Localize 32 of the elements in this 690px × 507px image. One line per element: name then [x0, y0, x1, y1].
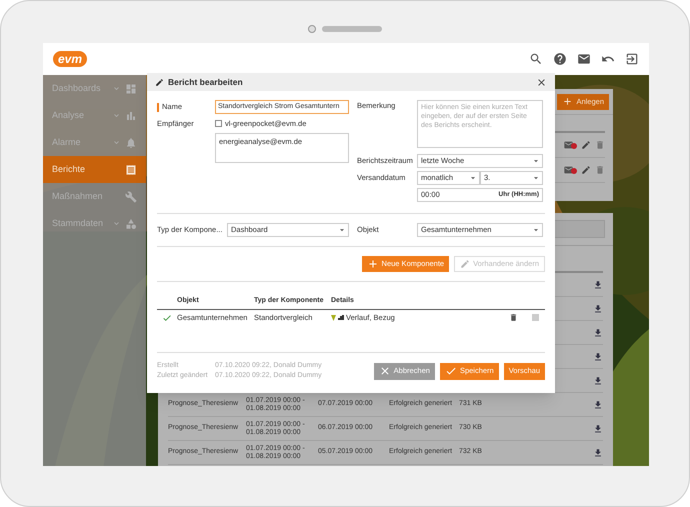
pencil-icon[interactable] — [581, 140, 591, 150]
bar-chart-icon — [338, 315, 344, 320]
download-icon[interactable] — [593, 304, 603, 314]
logo: evm — [53, 51, 88, 67]
pencil-icon — [155, 78, 164, 86]
camera-icon — [308, 25, 316, 33]
plus-icon — [366, 258, 379, 270]
close-icon — [378, 365, 391, 377]
mail-remove-icon[interactable] — [563, 165, 577, 175]
trash-icon[interactable] — [509, 313, 518, 322]
close-icon[interactable] — [536, 76, 547, 88]
check-icon — [444, 365, 457, 377]
search-icon[interactable] — [529, 52, 543, 66]
dialog-title: Bericht bearbeiten — [168, 76, 244, 88]
pencil-icon[interactable] — [581, 165, 591, 175]
download-icon[interactable] — [593, 376, 603, 386]
download-icon[interactable] — [593, 328, 603, 338]
logout-icon[interactable] — [625, 52, 639, 66]
sidebar-item[interactable]: Berichte — [43, 156, 146, 183]
download-icon[interactable] — [593, 448, 603, 458]
speaker-grille — [322, 26, 382, 32]
pencil-icon — [460, 259, 470, 269]
help-icon[interactable] — [553, 52, 567, 66]
drag-handle-icon[interactable] — [532, 314, 539, 321]
download-icon[interactable] — [593, 352, 603, 362]
download-icon[interactable] — [593, 280, 603, 290]
mail-remove-icon[interactable] — [563, 140, 577, 150]
plus-icon — [562, 96, 574, 107]
download-icon[interactable] — [593, 424, 603, 434]
checkbox[interactable] — [215, 120, 222, 128]
download-icon[interactable] — [593, 400, 603, 410]
mail-icon[interactable] — [577, 52, 591, 66]
